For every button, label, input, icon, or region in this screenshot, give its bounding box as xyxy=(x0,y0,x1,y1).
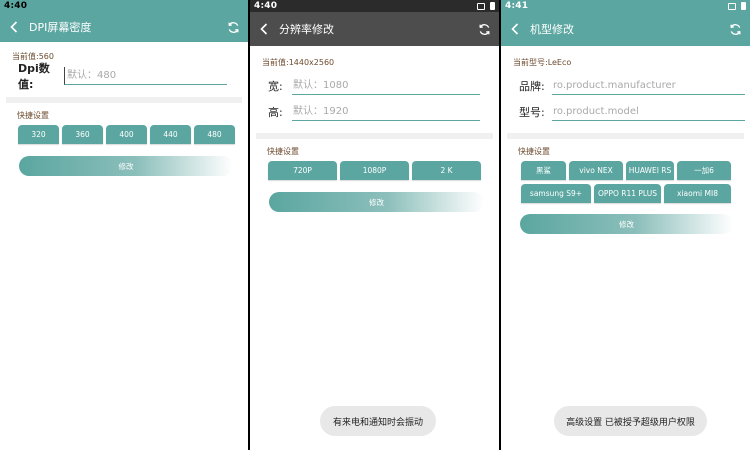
refresh-icon[interactable] xyxy=(225,19,241,35)
modify-button[interactable]: 修改 xyxy=(520,214,733,234)
modify-button[interactable]: 修改 xyxy=(19,156,233,176)
modify-button[interactable]: 修改 xyxy=(269,192,484,212)
quick-chips: 720P 1080P 2 K xyxy=(250,161,499,180)
status-time: 4:40 xyxy=(254,1,278,11)
battery-icon xyxy=(490,2,495,10)
chip-oneplus6[interactable]: 一加6 xyxy=(677,161,731,180)
model-input[interactable] xyxy=(552,103,745,121)
chip-oppo-r11[interactable]: OPPO R11 PLUS xyxy=(594,184,661,203)
app-toolbar: 分辨率修改 xyxy=(250,12,499,46)
quick-chips: 320 360 400 440 480 xyxy=(0,125,248,144)
vibrate-icon xyxy=(728,2,736,10)
chip-320[interactable]: 320 xyxy=(18,125,59,144)
refresh-icon[interactable] xyxy=(476,21,492,37)
quick-settings-title: 快捷设置 xyxy=(17,111,49,120)
status-bar: 4:40 xyxy=(0,0,248,12)
model-field-row: 型号: xyxy=(501,100,750,124)
height-field-row: 高: xyxy=(250,100,499,124)
chip-2k[interactable]: 2 K xyxy=(412,161,481,180)
back-arrow-icon[interactable] xyxy=(508,19,522,39)
dpi-field-row: Dpi数值: xyxy=(0,62,248,91)
chip-heisha[interactable]: 黑鲨 xyxy=(521,161,566,180)
quick-settings-title: 快捷设置 xyxy=(267,147,299,156)
chip-vivo-nex[interactable]: vivo NEX xyxy=(569,161,623,180)
chip-480[interactable]: 480 xyxy=(194,125,235,144)
current-value: 当前值:1440x2560 xyxy=(262,58,335,67)
page-title: DPI屏幕密度 xyxy=(29,21,92,34)
model-label: 型号: xyxy=(519,106,545,119)
screen-resolution: 4:40 分辨率修改 当前值:1440x2560 宽: 高: 快捷设置 720P… xyxy=(250,0,499,450)
dpi-label: Dpi数值: xyxy=(18,62,50,91)
height-label: 高: xyxy=(268,106,283,119)
chip-440[interactable]: 440 xyxy=(150,125,191,144)
status-bar: 4:40 xyxy=(250,0,499,12)
vibrate-icon xyxy=(477,2,485,10)
width-label: 宽: xyxy=(268,80,283,93)
dpi-input[interactable] xyxy=(64,67,227,85)
screen-dpi: 4:40 DPI屏幕密度 当前值:560 Dpi数值: 快捷设置 320 360… xyxy=(0,0,248,450)
chip-samsung-s9[interactable]: samsung S9+ xyxy=(521,184,591,203)
app-toolbar: 机型修改 xyxy=(501,12,750,46)
status-time: 4:40 xyxy=(4,1,28,11)
back-arrow-icon[interactable] xyxy=(7,17,21,37)
page-title: 机型修改 xyxy=(530,23,574,36)
chip-720p[interactable]: 720P xyxy=(268,161,337,180)
quick-chips: 黑鲨 vivo NEX HUAWEI RS 一加6 samsung S9+ OP… xyxy=(501,161,750,203)
chip-xiaomi-mi8[interactable]: xiaomi MI8 xyxy=(664,184,731,203)
chip-360[interactable]: 360 xyxy=(62,125,103,144)
brand-field-row: 品牌: xyxy=(501,74,750,98)
chip-400[interactable]: 400 xyxy=(106,125,147,144)
page-title: 分辨率修改 xyxy=(279,23,334,36)
brand-input[interactable] xyxy=(552,77,745,95)
toast-message: 有来电和通知时会振动 xyxy=(320,406,436,436)
battery-icon xyxy=(741,2,746,10)
screen-model: 4:41 机型修改 当前型号:LeEco 品牌: 型号: 快捷设置 黑鲨 viv… xyxy=(501,0,750,450)
quick-settings-title: 快捷设置 xyxy=(518,147,550,156)
chip-huawei-rs[interactable]: HUAWEI RS xyxy=(626,161,674,180)
current-model: 当前型号:LeEco xyxy=(513,58,572,67)
width-field-row: 宽: xyxy=(250,74,499,98)
status-bar: 4:41 xyxy=(501,0,750,12)
app-toolbar: DPI屏幕密度 xyxy=(0,12,248,42)
width-input[interactable] xyxy=(292,77,480,95)
height-input[interactable] xyxy=(292,103,480,121)
back-arrow-icon[interactable] xyxy=(257,19,271,39)
status-time: 4:41 xyxy=(505,1,529,11)
chip-1080p[interactable]: 1080P xyxy=(340,161,409,180)
brand-label: 品牌: xyxy=(519,80,545,93)
refresh-icon[interactable] xyxy=(727,21,743,37)
toast-message: 高级设置 已被授予超级用户权限 xyxy=(554,406,707,436)
